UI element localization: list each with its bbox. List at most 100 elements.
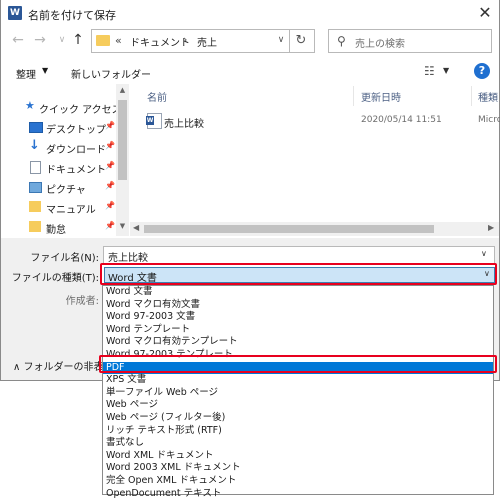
- column-header-name[interactable]: 名前: [147, 89, 167, 104]
- filetype-option-label: 書式なし: [106, 437, 145, 449]
- picture-icon: [29, 182, 42, 193]
- search-input[interactable]: ⚲ 売上の検索: [328, 29, 492, 53]
- column-divider[interactable]: [353, 86, 354, 106]
- column-divider[interactable]: [471, 86, 472, 106]
- filetype-value: Word 文書: [108, 273, 157, 284]
- up-arrow-icon[interactable]: ↑: [69, 30, 87, 50]
- sidebar-item-documents[interactable]: ドキュメント 📌: [1, 158, 116, 176]
- file-name: 売上比較: [164, 119, 204, 130]
- filetype-option[interactable]: Web ページ (フィルター後): [103, 412, 493, 425]
- folder-icon: [29, 221, 41, 232]
- refresh-button[interactable]: ↻: [288, 29, 315, 53]
- view-dropdown-icon[interactable]: ▼: [443, 66, 449, 75]
- document-icon: [30, 161, 41, 174]
- toolbar: 整理 ▼ 新しいフォルダー ☷ ▼ ?: [1, 62, 499, 82]
- filetype-option[interactable]: OpenDocument テキスト: [103, 488, 493, 500]
- filetype-option-label: Word テンプレート: [106, 323, 191, 335]
- sidebar-item-desktop[interactable]: デスクトップ 📌: [1, 118, 116, 136]
- filetype-option[interactable]: Word 文書: [103, 286, 493, 299]
- filename-field[interactable]: 売上比較 ∨: [103, 246, 495, 264]
- filetype-option-label: Word マクロ有効テンプレート: [106, 336, 238, 348]
- filetype-option[interactable]: Web ページ: [103, 399, 493, 412]
- back-arrow-icon[interactable]: ←: [9, 30, 27, 50]
- word-badge-icon: W: [146, 116, 154, 125]
- breadcrumb-documents[interactable]: ドキュメント: [130, 34, 190, 49]
- filetype-dropdown-list: Word 文書 Word マクロ有効文書 Word 97-2003 文書 Word テ…: [102, 285, 494, 499]
- column-header-type[interactable]: 種類: [478, 89, 498, 104]
- window-title: 名前を付けて保存: [28, 9, 116, 22]
- address-bar[interactable]: « ドキュメント › 売上: [91, 29, 290, 53]
- sidebar-item-quick-access[interactable]: ★ クイック アクセス: [1, 98, 122, 116]
- sidebar-item-label: ダウンロード: [46, 145, 106, 156]
- scroll-down-icon[interactable]: ▼: [116, 222, 129, 230]
- organize-dropdown-icon[interactable]: ▼: [42, 66, 48, 75]
- scroll-up-icon[interactable]: ▲: [116, 86, 129, 94]
- sidebar-item-label: ドキュメント: [46, 165, 106, 176]
- address-overflow-icon[interactable]: «: [115, 34, 122, 47]
- scroll-thumb[interactable]: [118, 100, 127, 180]
- sidebar-item-pictures[interactable]: ピクチャ 📌: [1, 178, 116, 196]
- sidebar-item-attendance[interactable]: 勤怠 📌: [1, 218, 116, 236]
- column-header-modified[interactable]: 更新日時: [361, 89, 401, 104]
- pin-icon[interactable]: 📌: [105, 201, 115, 210]
- filetype-option-label: Word マクロ有効文書: [106, 298, 200, 310]
- file-list-header: 名前 更新日時 種類: [133, 86, 499, 106]
- filetype-option-label: OpenDocument テキスト: [106, 487, 222, 499]
- sidebar-item-manual[interactable]: マニュアル 📌: [1, 198, 116, 216]
- title-bar: W 名前を付けて保存 ✕: [1, 0, 499, 26]
- filetype-option[interactable]: Word マクロ有効文書: [103, 299, 493, 312]
- help-icon[interactable]: ?: [474, 63, 490, 79]
- desktop-icon: [29, 122, 43, 133]
- scroll-right-icon[interactable]: ▶: [488, 223, 494, 232]
- organize-button[interactable]: 整理: [16, 66, 36, 81]
- new-folder-button[interactable]: 新しいフォルダー: [71, 66, 151, 81]
- pin-icon[interactable]: 📌: [105, 121, 115, 130]
- pin-icon[interactable]: 📌: [105, 221, 115, 230]
- close-button[interactable]: ✕: [473, 1, 497, 25]
- filetype-option[interactable]: Word テンプレート: [103, 324, 493, 337]
- file-modified: 2020/05/14 11:51: [361, 115, 442, 125]
- filetype-option[interactable]: Word 97-2003 文書: [103, 311, 493, 324]
- folder-icon: [96, 35, 110, 46]
- filetype-option[interactable]: Word XML ドキュメント: [103, 450, 493, 463]
- filetype-option-label: 単一ファイル Web ページ: [106, 386, 219, 398]
- filetype-option[interactable]: 完全 Open XML ドキュメント: [103, 475, 493, 488]
- filename-value: 売上比較: [108, 253, 148, 264]
- chevron-down-icon[interactable]: ∨: [481, 249, 487, 258]
- file-type: Micro: [478, 115, 500, 125]
- sidebar-item-label: デスクトップ: [46, 125, 106, 136]
- word-app-icon: W: [8, 6, 22, 20]
- scroll-left-icon[interactable]: ◀: [133, 223, 139, 232]
- breadcrumb-sales[interactable]: 売上: [197, 34, 217, 49]
- filetype-option[interactable]: XPS 文書: [103, 374, 493, 387]
- author-label: 作成者:: [65, 296, 99, 307]
- filetype-option[interactable]: リッチ テキスト形式 (RTF): [103, 425, 493, 438]
- pin-icon[interactable]: 📌: [105, 141, 115, 150]
- table-row[interactable]: W 売上比較 2020/05/14 11:51 Micro: [133, 112, 500, 130]
- download-icon: ↓: [29, 138, 40, 153]
- folder-icon: [29, 201, 41, 212]
- star-icon: ★: [25, 99, 35, 112]
- filetype-option-label: XPS 文書: [106, 374, 147, 386]
- filetype-option[interactable]: 書式なし: [103, 437, 493, 450]
- scroll-thumb[interactable]: [144, 225, 434, 233]
- filetype-option-label: Word XML ドキュメント: [106, 449, 214, 461]
- navigation-scrollbar[interactable]: ▲ ▼: [116, 84, 129, 236]
- address-dropdown-icon[interactable]: ∨: [273, 29, 289, 51]
- pin-icon[interactable]: 📌: [105, 161, 115, 170]
- filetype-option[interactable]: Word マクロ有効テンプレート: [103, 336, 493, 349]
- filetype-selected: Word 文書 ∨: [104, 267, 495, 284]
- forward-arrow-icon[interactable]: →: [31, 30, 49, 50]
- chevron-down-icon[interactable]: ∨: [484, 269, 490, 278]
- horizontal-scrollbar[interactable]: ◀ ▶: [130, 222, 499, 236]
- sidebar-item-downloads[interactable]: ↓ ダウンロード 📌: [1, 138, 116, 156]
- pin-icon[interactable]: 📌: [105, 181, 115, 190]
- filetype-option-label: Web ページ (フィルター後): [106, 412, 226, 423]
- filetype-option[interactable]: Word 2003 XML ドキュメント: [103, 462, 493, 475]
- filetype-option[interactable]: 単一ファイル Web ページ: [103, 387, 493, 400]
- filetype-option-label: リッチ テキスト形式 (RTF): [106, 424, 222, 436]
- view-options-icon[interactable]: ☷: [424, 64, 435, 78]
- breadcrumb-separator-icon[interactable]: ›: [183, 33, 187, 46]
- filename-label: ファイル名(N):: [30, 253, 99, 264]
- filetype-select[interactable]: Word 文書 ∨: [100, 263, 497, 285]
